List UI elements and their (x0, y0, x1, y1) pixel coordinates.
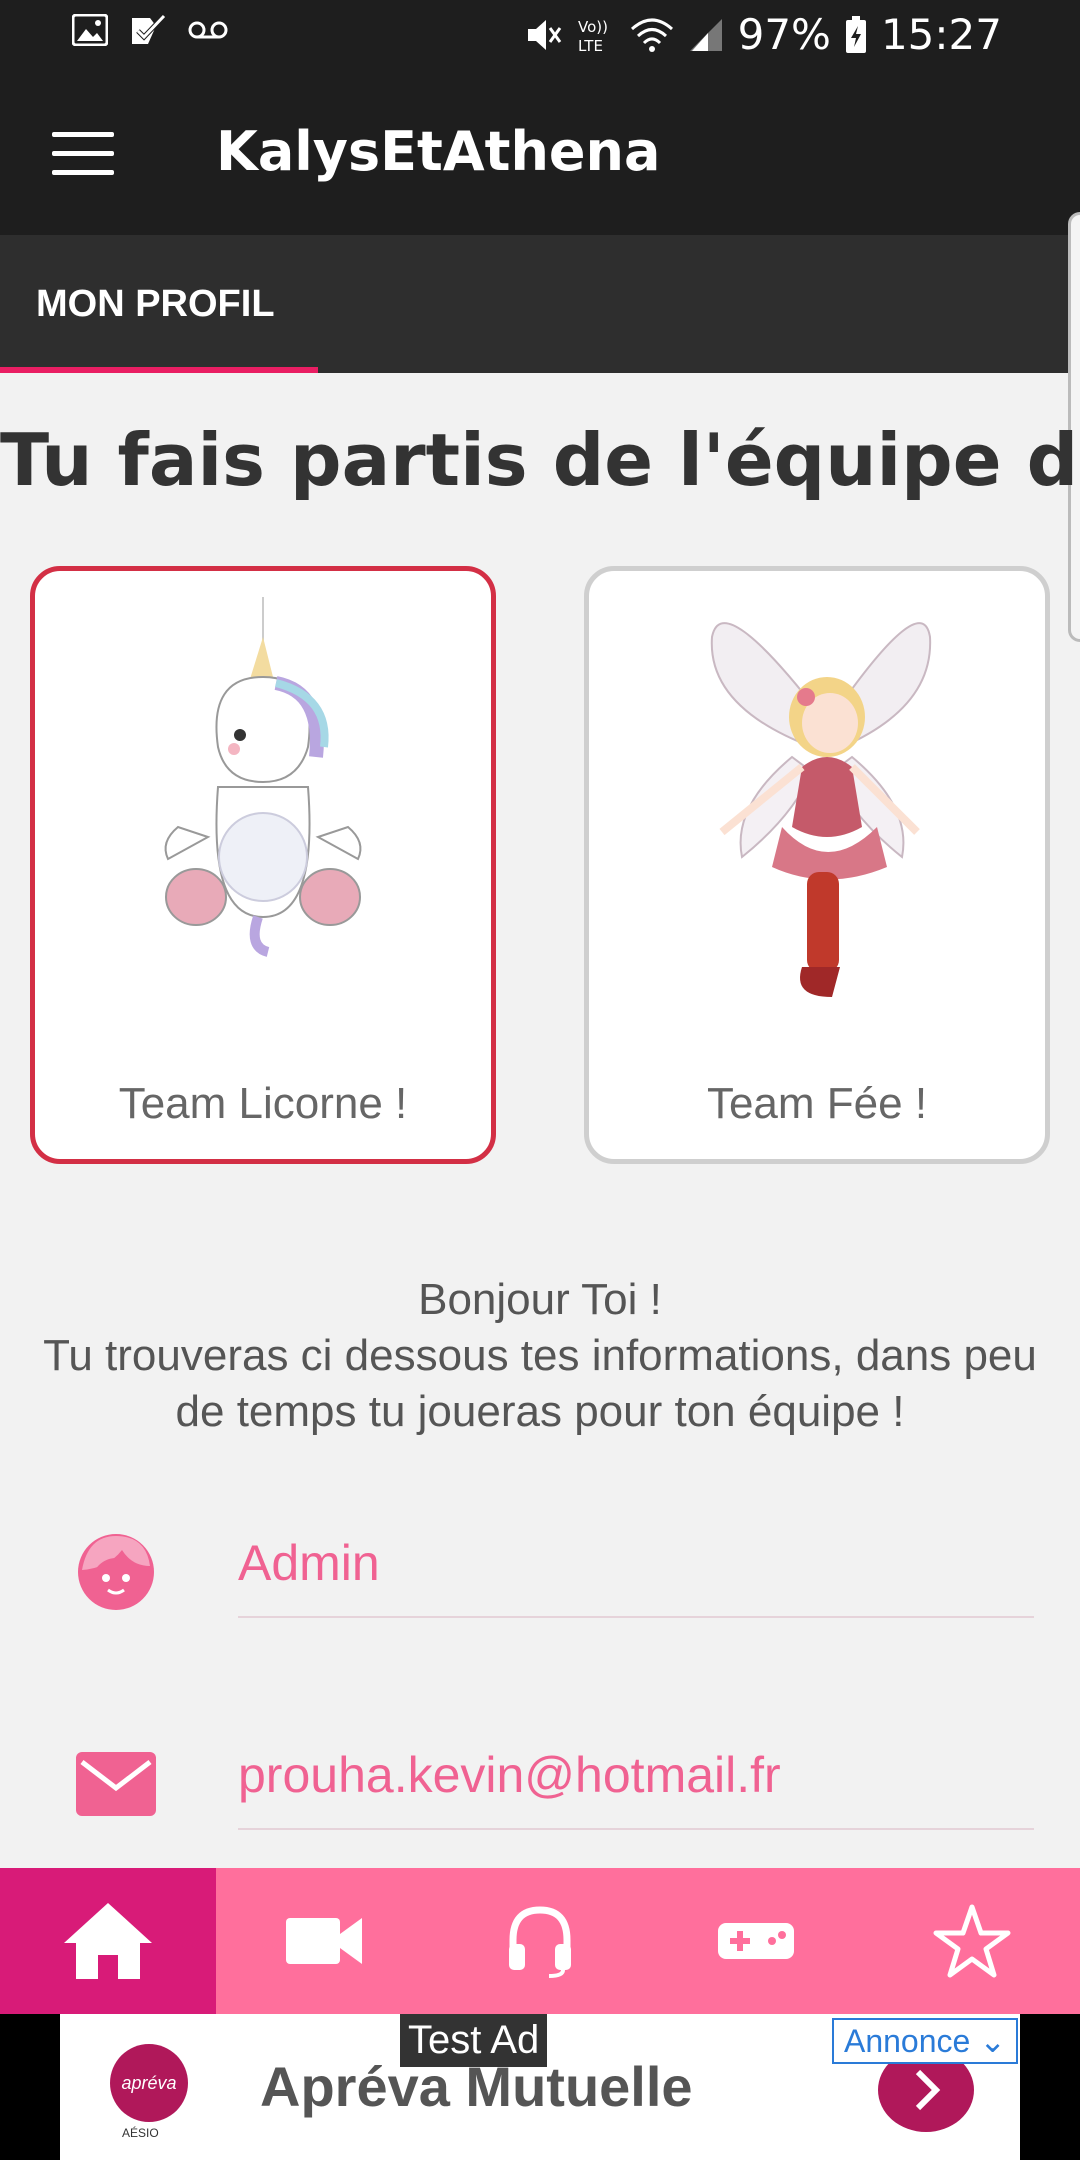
task-check-icon (132, 14, 166, 44)
battery-percent: 97% (737, 10, 831, 59)
battery-charging-icon (845, 15, 866, 53)
app-title: KalysEtAthena (216, 120, 661, 183)
team-card-fee[interactable]: Team Fée ! (584, 566, 1050, 1164)
name-underline (238, 1616, 1034, 1618)
home-icon (64, 1903, 152, 1979)
tab-mon-profil[interactable]: MON PROFIL (0, 235, 318, 373)
unicorn-image (148, 597, 378, 1017)
email-field[interactable]: prouha.kevin@hotmail.fr (0, 1712, 1080, 1852)
greeting-text: Bonjour Toi ! Tu trouveras ci dessous te… (30, 1272, 1050, 1440)
status-bar: Vo)) LTE 97% 15:27 (0, 0, 1080, 70)
video-camera-icon (286, 1918, 362, 1964)
email-value: prouha.kevin@hotmail.fr (238, 1747, 781, 1803)
gamepad-icon (718, 1923, 794, 1959)
tab-indicator (0, 367, 318, 373)
ad-banner[interactable]: apréva AÉSIO Apréva Mutuelle Annonce ⌄ T… (0, 2014, 1080, 2160)
star-icon (933, 1904, 1011, 1978)
mute-icon (527, 19, 561, 50)
clock: 15:27 (880, 10, 1002, 59)
chevron-down-icon: ⌄ (979, 2023, 1006, 2059)
aesio-sublogo: AÉSIO (122, 2126, 159, 2140)
name-field[interactable]: Admin (0, 1500, 1080, 1640)
image-icon (72, 14, 108, 46)
name-value: Admin (238, 1535, 380, 1591)
ad-badge[interactable]: Annonce ⌄ (831, 2018, 1018, 2064)
team-card-licorne[interactable]: Team Licorne ! (30, 566, 496, 1164)
svg-text:LTE: LTE (578, 37, 603, 55)
face-icon (78, 1534, 154, 1610)
volte-icon: Vo))LTE (578, 18, 608, 55)
nav-games[interactable] (648, 1868, 864, 2014)
nav-favorites[interactable] (864, 1868, 1080, 2014)
ad-badge-label: Annonce (843, 2023, 971, 2059)
mail-icon (76, 1752, 156, 1816)
nav-home[interactable] (0, 1868, 216, 2014)
app-bar: KalysEtAthena (0, 70, 1080, 235)
greeting-line-2: Tu trouveras ci dessous tes informations… (43, 1331, 1037, 1436)
signal-icon (689, 18, 722, 51)
fairy-image (702, 597, 932, 1017)
headphones-icon (509, 1906, 571, 1978)
svg-text:Vo)): Vo)) (578, 18, 608, 36)
apreva-logo: apréva (110, 2044, 188, 2122)
test-ad-label: Test Ad (400, 2014, 548, 2067)
nav-headphones[interactable] (432, 1868, 648, 2014)
email-underline (238, 1828, 1034, 1830)
tab-bar: MON PROFIL (0, 235, 1080, 373)
hamburger-menu-icon[interactable] (52, 132, 114, 176)
wifi-icon (630, 18, 673, 52)
voicemail-icon (188, 21, 228, 39)
bottom-navigation (0, 1868, 1080, 2014)
tab-label: MON PROFIL (36, 283, 275, 325)
nav-video[interactable] (216, 1868, 432, 2014)
team-fee-label: Team Fée ! (706, 1079, 928, 1128)
team-licorne-label: Team Licorne ! (118, 1079, 408, 1128)
greeting-line-1: Bonjour Toi ! (418, 1275, 662, 1324)
page-heading: Tu fais partis de l'équipe de (0, 418, 1080, 502)
